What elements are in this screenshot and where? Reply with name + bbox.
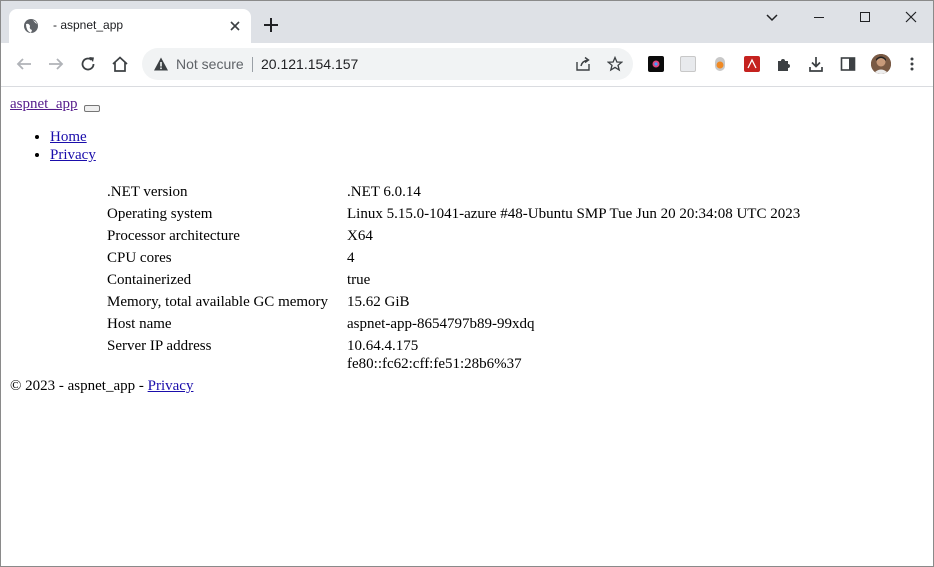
home-link[interactable]: Home	[50, 129, 87, 145]
close-window-icon[interactable]	[903, 9, 919, 25]
omnibox-separator	[252, 57, 253, 72]
row-value: true	[347, 272, 371, 288]
row-label: Server IP address	[107, 338, 212, 354]
row-value: 15.62 GiB	[347, 294, 410, 310]
forward-arrow-icon[interactable]	[47, 55, 65, 73]
minimize-icon[interactable]	[811, 9, 827, 25]
table-row: Processor architecture X64	[105, 226, 802, 248]
extension-orange-icon[interactable]	[712, 56, 728, 72]
row-label: .NET version	[107, 184, 188, 200]
new-tab-icon[interactable]	[263, 17, 279, 33]
close-tab-icon[interactable]	[227, 18, 243, 34]
row-label: Containerized	[107, 272, 192, 288]
nav-item-privacy: Privacy	[50, 146, 96, 164]
menu-kebab-icon[interactable]	[903, 55, 921, 73]
url-text[interactable]: 20.121.154.157	[261, 56, 358, 72]
address-bar[interactable]: Not secure 20.121.154.157	[142, 48, 633, 80]
row-value: Linux 5.15.0-1041-azure #48-Ubuntu SMP T…	[347, 206, 801, 222]
brand-link[interactable]: aspnet_app	[10, 96, 77, 112]
share-icon[interactable]	[575, 56, 591, 72]
row-label: Memory, total available GC memory	[107, 294, 329, 310]
side-panel-icon[interactable]	[839, 55, 857, 73]
table-row: Memory, total available GC memory 15.62 G…	[105, 292, 802, 314]
ipv4-address: 10.64.4.175	[347, 338, 419, 354]
table-row: CPU cores 4	[105, 248, 802, 270]
home-icon[interactable]	[111, 55, 129, 73]
row-value: 4	[347, 250, 355, 266]
row-value-multi: 10.64.4.175fe80::fc62:cff:fe51:28b6%37	[345, 336, 802, 374]
browser-toolbar: Not secure 20.121.154.157	[1, 43, 933, 87]
table-row: Operating system Linux 5.15.0-1041-azure …	[105, 204, 802, 226]
reload-icon[interactable]	[79, 55, 97, 73]
footer-privacy-link[interactable]: Privacy	[148, 378, 194, 394]
runtime-info-table: .NET version .NET 6.0.14 Operating system…	[105, 182, 802, 374]
navbar: aspnet_app	[10, 95, 101, 113]
download-icon[interactable]	[807, 55, 825, 73]
row-value: .NET 6.0.14	[347, 184, 421, 200]
ipv6-address: fe80::fc62:cff:fe51:28b6%37	[347, 356, 522, 372]
row-value: X64	[347, 228, 373, 244]
tab-search-chevron-icon[interactable]	[764, 9, 780, 25]
profile-avatar[interactable]	[871, 54, 891, 74]
warning-triangle-icon[interactable]	[153, 56, 169, 72]
globe-icon	[24, 19, 38, 33]
table-row: Server IP address 10.64.4.175fe80::fc62:c…	[105, 336, 802, 374]
table-row: Containerized true	[105, 270, 802, 292]
not-secure-label[interactable]: Not secure	[176, 56, 244, 72]
table-row: Host name aspnet-app-8654797b89-99xdq	[105, 314, 802, 336]
table-row: .NET version .NET 6.0.14	[105, 182, 802, 204]
privacy-link[interactable]: Privacy	[50, 147, 96, 163]
browser-tab[interactable]: - aspnet_app	[9, 9, 251, 43]
extension-light-icon[interactable]	[680, 56, 696, 72]
tab-strip: - aspnet_app	[1, 1, 933, 43]
maximize-icon[interactable]	[857, 9, 873, 25]
row-value: aspnet-app-8654797b89-99xdq	[347, 316, 535, 332]
extensions-puzzle-icon[interactable]	[775, 55, 793, 73]
footer-text: © 2023 - aspnet_app -	[10, 378, 148, 394]
back-arrow-icon[interactable]	[15, 55, 33, 73]
row-label: CPU cores	[107, 250, 172, 266]
extension-dark-icon[interactable]	[648, 56, 664, 72]
nav-list: Home Privacy	[10, 128, 96, 164]
tab-title: - aspnet_app	[53, 18, 124, 32]
nav-item-home: Home	[50, 128, 96, 146]
pdf-extension-icon[interactable]	[744, 56, 760, 72]
row-label: Host name	[107, 316, 172, 332]
browser-window: - aspnet_app Not secure 20.121.154.157 a…	[0, 0, 934, 567]
row-label: Processor architecture	[107, 228, 240, 244]
bookmark-star-icon[interactable]	[607, 56, 623, 72]
footer: © 2023 - aspnet_app - Privacy	[10, 377, 193, 395]
row-label: Operating system	[107, 206, 213, 222]
navbar-toggler-button[interactable]	[84, 105, 101, 112]
